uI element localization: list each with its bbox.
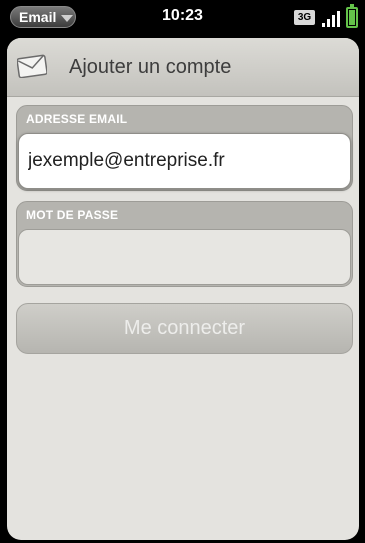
password-field[interactable] [19, 230, 350, 284]
password-field-frame [18, 229, 351, 285]
app-card: Ajouter un compte ADRESSE EMAIL MOT DE P… [7, 38, 359, 540]
page-title: Ajouter un compte [69, 56, 232, 78]
battery-level [349, 10, 355, 25]
signal-strength-icon [322, 10, 342, 27]
network-type-badge: 3G [294, 10, 315, 25]
battery-icon [346, 4, 358, 28]
email-field[interactable] [19, 134, 350, 188]
email-field-frame [18, 133, 351, 189]
email-label: ADRESSE EMAIL [26, 112, 128, 126]
connect-button[interactable]: Me connecter [16, 303, 353, 354]
password-group: MOT DE PASSE [16, 201, 353, 287]
email-group: ADRESSE EMAIL [16, 105, 353, 191]
status-bar: Email 10:23 3G [0, 0, 365, 34]
password-label: MOT DE PASSE [26, 208, 119, 222]
mail-icon [17, 54, 47, 78]
header: Ajouter un compte [7, 38, 359, 97]
